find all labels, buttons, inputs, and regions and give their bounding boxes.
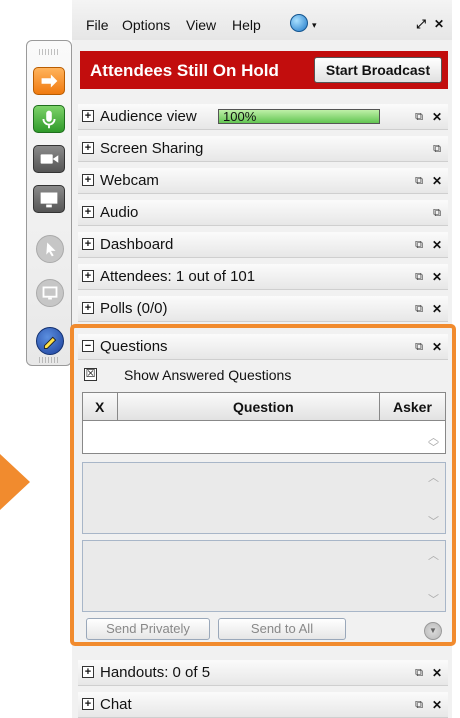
panel-label: Polls (0/0) — [100, 300, 168, 317]
expand-icon[interactable]: + — [82, 110, 94, 122]
callout-arrow — [0, 454, 30, 510]
panel-screen-sharing[interactable]: + Screen Sharing ⧉ — [78, 136, 448, 162]
panel-dashboard[interactable]: + Dashboard ⧉ ✕ — [78, 232, 448, 258]
chevron-down-icon[interactable]: ▾ — [312, 20, 317, 31]
close-icon[interactable]: ✕ — [430, 174, 444, 188]
expand-icon[interactable]: + — [82, 270, 94, 282]
close-icon[interactable]: ✕ — [430, 302, 444, 316]
banner-text: Attendees Still On Hold — [90, 61, 279, 80]
drawing-tool-icon[interactable] — [36, 327, 64, 355]
panel-label: Chat — [100, 696, 132, 713]
close-icon[interactable]: ✕ — [430, 238, 444, 252]
panel-chat[interactable]: + Chat ⧉ ✕ — [78, 692, 448, 718]
screen-icon[interactable] — [33, 185, 65, 213]
popout-icon[interactable]: ⧉ — [412, 110, 426, 124]
panel-label: Audience view — [100, 108, 197, 125]
toolbar-grip-bottom[interactable] — [39, 357, 59, 363]
popout-icon[interactable]: ⧉ — [412, 174, 426, 188]
globe-icon[interactable] — [290, 14, 308, 32]
expand-icon[interactable]: + — [82, 666, 94, 678]
panel-audience-view[interactable]: + Audience view 100% ⧉ ✕ — [78, 104, 448, 130]
microphone-icon[interactable] — [33, 105, 65, 133]
close-icon[interactable]: ✕ — [430, 666, 444, 680]
panel-label: Attendees: 1 out of 101 — [100, 268, 256, 285]
close-icon[interactable]: ✕ — [430, 698, 444, 712]
panel-label: Webcam — [100, 172, 159, 189]
expand-icon[interactable]: + — [82, 174, 94, 186]
expand-icon[interactable]: + — [82, 142, 94, 154]
popout-icon[interactable]: ⤢ — [414, 17, 428, 31]
panel-label: Audio — [100, 204, 139, 221]
popout-icon[interactable]: ⧉ — [412, 698, 426, 712]
popout-icon[interactable]: ⧉ — [412, 270, 426, 284]
panel-label: Handouts: 0 of 5 — [100, 664, 211, 681]
popout-icon[interactable]: ⧉ — [412, 238, 426, 252]
panel-label: Dashboard — [100, 236, 174, 253]
expand-icon[interactable]: + — [82, 302, 94, 314]
expand-icon[interactable]: + — [82, 206, 94, 218]
close-icon[interactable]: ✕ — [432, 17, 446, 31]
popout-icon[interactable]: ⧉ — [412, 666, 426, 680]
pointer-icon[interactable] — [36, 235, 64, 263]
screen-share-icon[interactable] — [36, 279, 64, 307]
panel-attendees[interactable]: + Attendees: 1 out of 101 ⧉ ✕ — [78, 264, 448, 290]
progress-label: 100% — [223, 109, 257, 124]
close-icon[interactable]: ✕ — [430, 270, 444, 284]
arrow-icon[interactable] — [33, 67, 65, 95]
audience-view-progress: 100% — [218, 109, 380, 124]
questions-highlight — [70, 324, 456, 646]
broadcast-banner: Attendees Still On Hold Start Broadcast — [80, 51, 448, 89]
panel-polls[interactable]: + Polls (0/0) ⧉ ✕ — [78, 296, 448, 322]
menu-file[interactable]: File — [86, 17, 109, 33]
menu-bar: File Options View Help ▾ ⤢ ✕ — [72, 0, 452, 40]
panel-handouts[interactable]: + Handouts: 0 of 5 ⧉ ✕ — [78, 660, 448, 686]
menu-view[interactable]: View — [186, 17, 216, 33]
expand-icon[interactable]: + — [82, 238, 94, 250]
panel-label: Screen Sharing — [100, 140, 204, 157]
expand-icon[interactable]: + — [82, 698, 94, 710]
start-broadcast-button[interactable]: Start Broadcast — [314, 57, 442, 83]
popout-icon[interactable]: ⧉ — [430, 142, 444, 156]
menu-help[interactable]: Help — [232, 17, 261, 33]
popout-icon[interactable]: ⧉ — [430, 206, 444, 220]
control-toolbar — [26, 40, 72, 366]
menu-options[interactable]: Options — [122, 17, 170, 33]
panel-audio[interactable]: + Audio ⧉ — [78, 200, 448, 226]
close-icon[interactable]: ✕ — [430, 110, 444, 124]
panel-webcam[interactable]: + Webcam ⧉ ✕ — [78, 168, 448, 194]
toolbar-grip[interactable] — [39, 49, 59, 55]
webcam-icon[interactable] — [33, 145, 65, 173]
popout-icon[interactable]: ⧉ — [412, 302, 426, 316]
